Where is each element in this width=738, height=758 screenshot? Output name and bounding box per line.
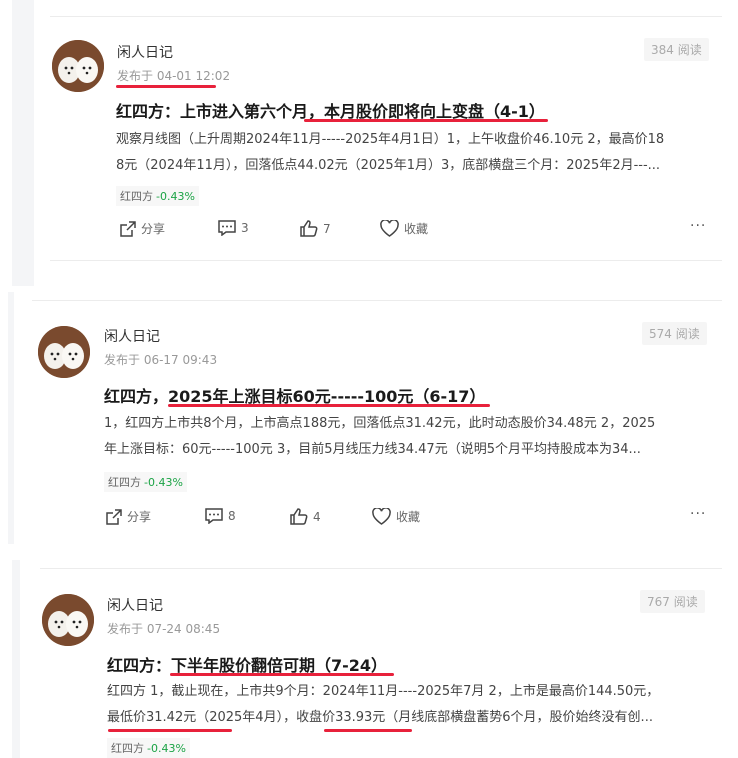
more-options-button[interactable]: ··· — [690, 218, 706, 234]
bottom-divider — [50, 260, 722, 261]
left-gutter — [12, 560, 20, 758]
favorite-button[interactable]: 收藏 — [380, 220, 428, 237]
post-card-1: 闲人日记 发布于 04-01 12:02 384 阅读 红四方：上市进入第六个月… — [12, 0, 730, 286]
stock-name: 红四方 — [120, 190, 153, 203]
title-underline — [304, 119, 548, 122]
comment-button[interactable]: 8 — [205, 508, 236, 524]
post-excerpt-line-2[interactable]: 最低价31.42元（2025年4月），收盘价33.93元（月线底部横盘蓄势6个月… — [107, 705, 717, 731]
publish-time: 发布于 07-24 08:45 — [107, 622, 221, 636]
favorite-label: 收藏 — [404, 222, 429, 236]
share-label: 分享 — [127, 510, 152, 524]
share-button[interactable]: 分享 — [106, 508, 151, 525]
top-divider — [32, 300, 722, 301]
comment-count: 3 — [241, 221, 249, 235]
read-count-badge: 574 阅读 — [642, 322, 707, 345]
publish-time: 发布于 04-01 12:02 — [117, 69, 231, 83]
stock-change: -0.43% — [144, 476, 183, 489]
stock-name: 红四方 — [111, 742, 144, 755]
post-excerpt-line-1[interactable]: 观察月线图（上升周期2024年11月-----2025年4月1日）1，上午收盘价… — [116, 127, 716, 153]
left-gutter — [8, 292, 14, 544]
stock-tag[interactable]: 红四方 -0.43% — [107, 738, 190, 758]
read-count-badge: 767 阅读 — [640, 590, 705, 613]
more-options-button[interactable]: ··· — [690, 506, 706, 522]
dogs-avatar-image — [38, 326, 90, 378]
title-underline — [170, 673, 394, 676]
dogs-avatar-image — [52, 40, 104, 92]
low-price-underline — [108, 729, 232, 732]
title-underline — [168, 404, 490, 407]
stock-change: -0.43% — [156, 190, 195, 203]
publish-time: 发布于 06-17 09:43 — [104, 353, 218, 367]
heart-icon — [372, 508, 391, 525]
publish-time-underline — [116, 85, 216, 88]
stock-change: -0.43% — [147, 742, 186, 755]
avatar[interactable] — [38, 326, 90, 378]
post-card-2: 闲人日记 发布于 06-17 09:43 574 阅读 红四方，2025年上涨目… — [8, 292, 730, 544]
author-name[interactable]: 闲人日记 — [104, 326, 160, 346]
like-button[interactable]: 4 — [290, 508, 321, 525]
share-icon — [106, 508, 122, 525]
share-icon — [120, 220, 136, 237]
stock-tag[interactable]: 红四方 -0.43% — [116, 186, 199, 206]
favorite-button[interactable]: 收藏 — [372, 508, 420, 525]
stock-name: 红四方 — [108, 476, 141, 489]
thumbs-up-icon — [290, 508, 308, 525]
left-gutter — [12, 0, 34, 286]
read-count-badge: 384 阅读 — [644, 38, 709, 61]
comment-icon — [205, 508, 223, 524]
author-name[interactable]: 闲人日记 — [117, 42, 173, 62]
close-price-underline — [324, 729, 412, 732]
thumbs-up-icon — [300, 220, 318, 237]
top-divider — [50, 16, 722, 17]
like-count: 7 — [323, 221, 331, 236]
top-divider — [40, 568, 722, 569]
post-excerpt-line-1[interactable]: 1，红四方上市共8个月，上市高点188元，回落低点31.42元，此时动态股价34… — [104, 411, 714, 437]
share-label: 分享 — [141, 222, 166, 236]
post-card-3: 闲人日记 发布于 07-24 08:45 767 阅读 红四方：下半年股价翻倍可… — [12, 560, 730, 758]
like-count: 4 — [313, 509, 321, 524]
stock-tag[interactable]: 红四方 -0.43% — [104, 472, 187, 492]
share-button[interactable]: 分享 — [120, 220, 165, 237]
post-excerpt-line-1[interactable]: 红四方 1，截止现在，上市共9个月：2024年11月----2025年7月 2，… — [107, 679, 717, 705]
comment-count: 8 — [228, 509, 236, 523]
dogs-avatar-image — [42, 594, 94, 646]
author-name[interactable]: 闲人日记 — [107, 595, 163, 615]
avatar[interactable] — [42, 594, 94, 646]
favorite-label: 收藏 — [396, 510, 421, 524]
heart-icon — [380, 220, 399, 237]
comment-icon — [218, 220, 236, 236]
post-excerpt-line-2[interactable]: 8元（2024年11月），回落低点44.02元（2025年1月）3，底部横盘三个… — [116, 153, 716, 179]
comment-button[interactable]: 3 — [218, 220, 249, 236]
post-excerpt-line-2[interactable]: 年上涨目标：60元-----100元 3，目前5月线压力线34.47元（说明5个… — [104, 437, 714, 463]
like-button[interactable]: 7 — [300, 220, 331, 237]
avatar[interactable] — [52, 40, 104, 92]
